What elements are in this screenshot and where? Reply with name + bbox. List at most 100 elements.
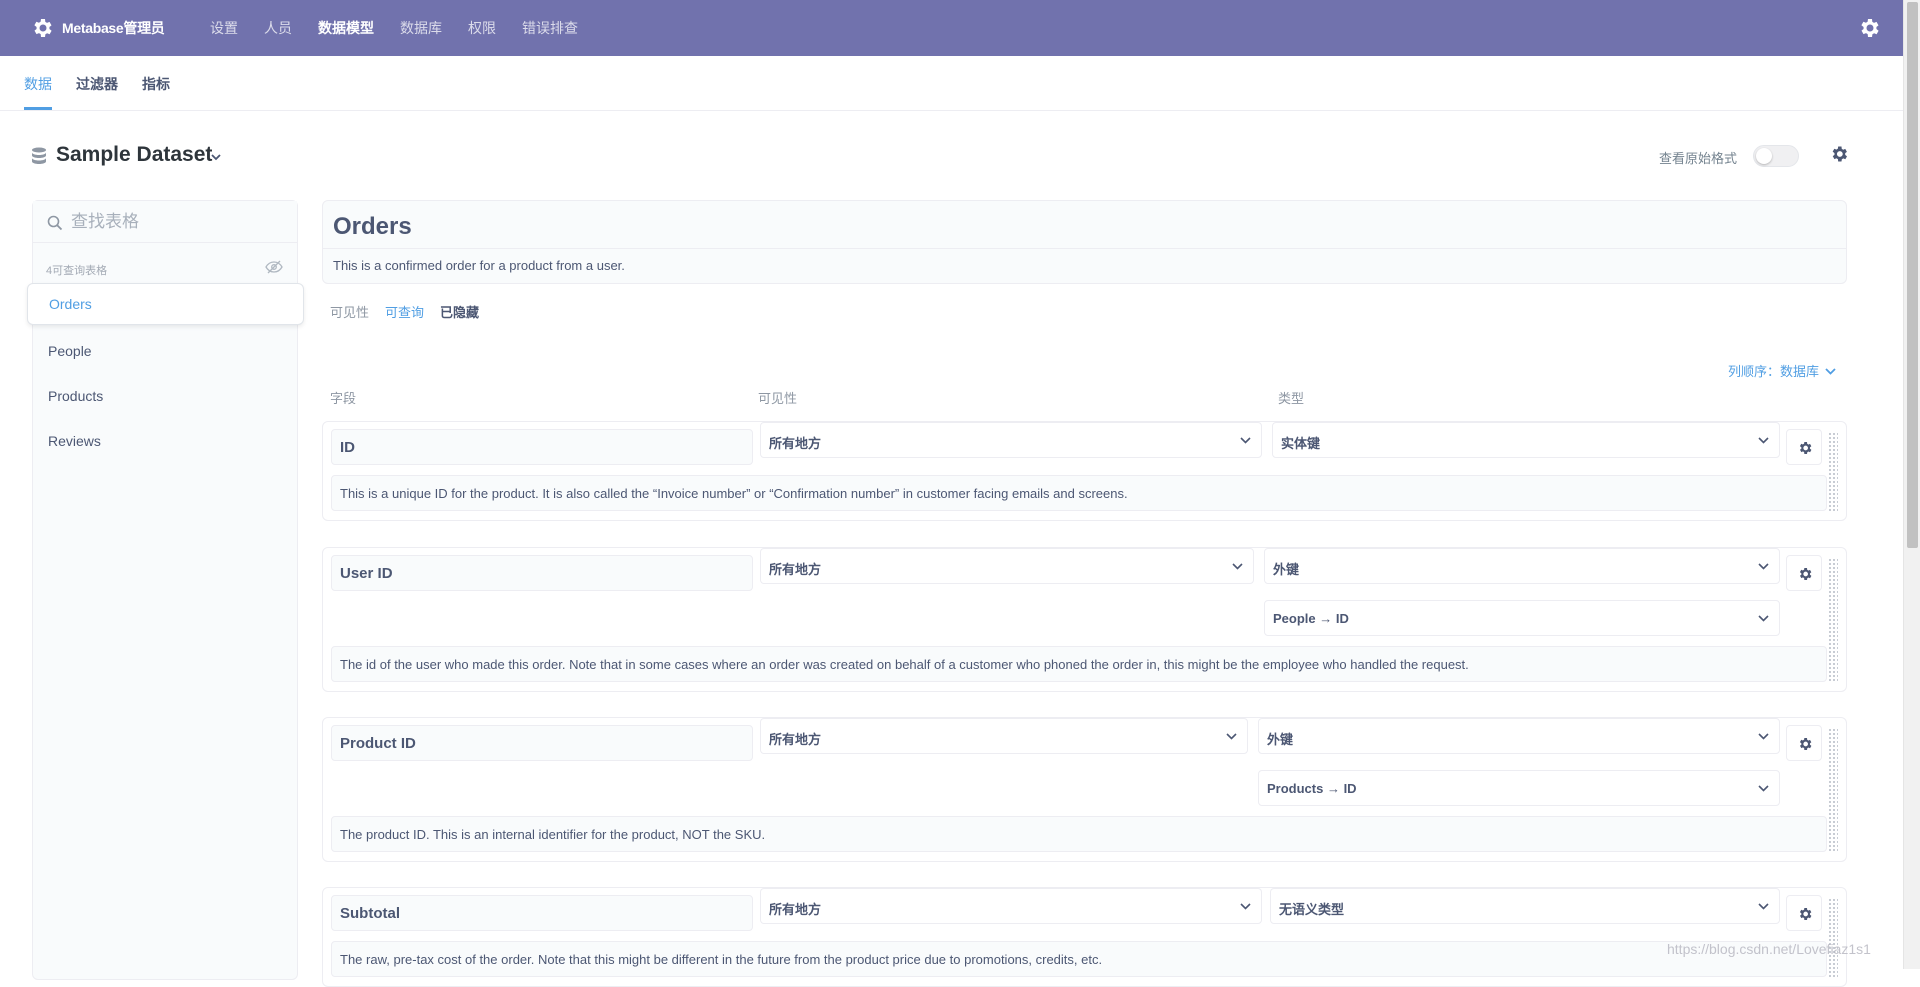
column-header-field: 字段 [330, 391, 357, 406]
dataset-settings-gear-icon[interactable] [1829, 144, 1849, 164]
table-item-orders[interactable]: Orders [27, 283, 304, 325]
field-visibility-select[interactable]: 所有地方 [760, 888, 1262, 924]
gear-logo-icon [34, 19, 52, 37]
table-item-label: Reviews [48, 432, 101, 449]
drag-handle[interactable] [1828, 728, 1838, 853]
field-name-input[interactable]: User ID [331, 555, 753, 591]
gear-icon [1799, 738, 1812, 750]
admin-tabs: 设置 人员 数据模型 数据库 权限 错误排查 [210, 18, 604, 38]
table-name-input[interactable]: Orders [333, 213, 412, 241]
table-item-label: Products [48, 387, 104, 404]
tab-permissions[interactable]: 权限 [468, 18, 496, 38]
select-value: 外键 [1273, 562, 1300, 577]
field-name-input[interactable]: Subtotal [331, 895, 753, 931]
raw-format-toggle[interactable] [1753, 145, 1799, 167]
select-value: Products → ID [1267, 781, 1357, 796]
field-row: Product ID 所有地方 外键 Products → ID The pro… [322, 717, 1847, 862]
field-type-select[interactable]: 外键 [1264, 548, 1780, 584]
chevron-down-icon [1758, 437, 1769, 444]
field-description-input[interactable]: This is a unique ID for the product. It … [331, 475, 1827, 511]
divider [323, 248, 1846, 249]
select-value: 无语义类型 [1279, 902, 1345, 917]
field-type-select[interactable]: 外键 [1258, 718, 1780, 754]
field-visibility-select[interactable]: 所有地方 [760, 422, 1262, 458]
data-model-subnav: 数据 过滤器 指标 [0, 56, 1903, 111]
table-description-input[interactable]: This is a confirmed order for a product … [333, 258, 625, 273]
field-name-input[interactable]: ID [331, 429, 753, 465]
table-item-reviews[interactable]: Reviews [33, 418, 297, 463]
subtab-data[interactable]: 数据 [24, 56, 52, 110]
column-header-visibility: 可见性 [758, 391, 798, 406]
field-settings-button[interactable] [1786, 429, 1822, 465]
queryable-table-count: 4可查询表格 [46, 265, 108, 277]
table-search [33, 201, 297, 243]
settings-gear-icon[interactable] [1857, 16, 1881, 40]
chevron-down-icon [1226, 733, 1237, 740]
subtab-metrics[interactable]: 指标 [142, 56, 170, 110]
table-item-label: Orders [49, 296, 92, 312]
field-row: User ID 所有地方 外键 People → ID The id of th… [322, 547, 1847, 692]
tab-people[interactable]: 人员 [264, 18, 292, 38]
table-search-input[interactable] [69, 209, 279, 235]
fk-target-select[interactable]: Products → ID [1258, 770, 1780, 806]
select-value: People → ID [1273, 611, 1349, 626]
table-visibility: 可见性 可查询 已隐藏 [330, 302, 495, 321]
chevron-down-icon[interactable] [211, 153, 221, 161]
select-value: 外键 [1267, 732, 1294, 747]
drag-handle[interactable] [1828, 558, 1838, 683]
field-row: Subtotal 所有地方 无语义类型 The raw, pre-tax cos… [322, 887, 1847, 987]
admin-top-nav: Metabase管理员 设置 人员 数据模型 数据库 权限 错误排查 [0, 0, 1903, 56]
gear-icon [1799, 908, 1812, 920]
page-scrollbar[interactable] [1903, 0, 1920, 969]
tab-troubleshooting[interactable]: 错误排查 [522, 18, 578, 38]
chevron-down-icon [1232, 563, 1243, 570]
chevron-down-icon [1758, 733, 1769, 740]
chevron-down-icon [1758, 563, 1769, 570]
eye-crossed-icon[interactable] [265, 259, 283, 275]
gear-icon [1799, 568, 1812, 580]
field-row: ID 所有地方 实体键 This is a unique ID for the … [322, 421, 1847, 521]
field-description-input[interactable]: The product ID. This is an internal iden… [331, 816, 1827, 852]
tab-settings[interactable]: 设置 [210, 18, 238, 38]
select-value: 所有地方 [769, 902, 822, 917]
select-value: 实体键 [1281, 436, 1321, 451]
brand[interactable]: Metabase管理员 [30, 16, 200, 40]
drag-handle[interactable] [1828, 898, 1838, 978]
gear-icon [1799, 442, 1812, 454]
select-value: 所有地方 [769, 732, 822, 747]
field-settings-button[interactable] [1786, 725, 1822, 761]
search-icon [47, 215, 63, 231]
dataset-title[interactable]: Sample Dataset [56, 143, 212, 167]
drag-handle[interactable] [1828, 432, 1838, 512]
table-item-products[interactable]: Products [33, 373, 297, 418]
field-settings-button[interactable] [1786, 895, 1822, 931]
field-type-select[interactable]: 实体键 [1272, 422, 1780, 458]
select-value: 所有地方 [769, 436, 822, 451]
fk-target-select[interactable]: People → ID [1264, 600, 1780, 636]
chevron-down-icon [1240, 903, 1251, 910]
field-settings-button[interactable] [1786, 555, 1822, 591]
chevron-down-icon [1240, 437, 1251, 444]
field-description-input[interactable]: The raw, pre-tax cost of the order. Note… [331, 941, 1827, 977]
field-visibility-select[interactable]: 所有地方 [760, 548, 1254, 584]
field-name-input[interactable]: Product ID [331, 725, 753, 761]
subtab-segments[interactable]: 过滤器 [76, 56, 118, 110]
field-type-select[interactable]: 无语义类型 [1270, 888, 1780, 924]
tab-databases[interactable]: 数据库 [400, 18, 442, 38]
chevron-down-icon [1758, 785, 1769, 792]
tab-data-model[interactable]: 数据模型 [318, 18, 374, 38]
column-order-label: 列顺序：数据库 [1728, 364, 1820, 379]
visibility-label: 可见性 [330, 305, 370, 320]
visibility-queryable[interactable]: 可查询 [385, 302, 424, 321]
table-metadata-header: Orders This is a confirmed order for a p… [322, 200, 1847, 284]
scrollbar-thumb[interactable] [1907, 2, 1918, 548]
field-visibility-select[interactable]: 所有地方 [760, 718, 1248, 754]
visibility-hidden[interactable]: 已隐藏 [440, 302, 479, 321]
brand-title: Metabase管理员 [62, 20, 165, 36]
column-order-select[interactable]: 列顺序：数据库 [1728, 361, 1836, 380]
chevron-down-icon [1758, 615, 1769, 622]
field-description-input[interactable]: The id of the user who made this order. … [331, 646, 1827, 682]
table-list: Orders People Products Reviews [27, 283, 304, 463]
table-item-people[interactable]: People [33, 328, 297, 373]
select-value: 所有地方 [769, 562, 822, 577]
